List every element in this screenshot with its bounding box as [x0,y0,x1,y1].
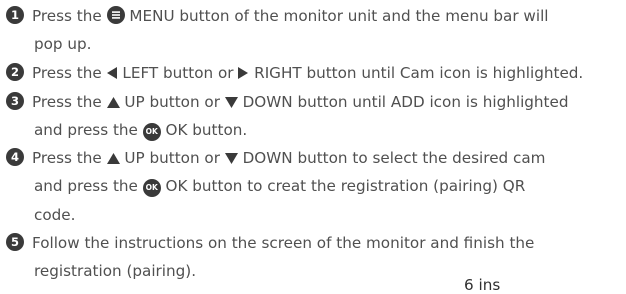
step-text: and press the [34,177,138,196]
step-number-badge: 2 [6,63,24,81]
step-text: registration (pairing). [34,262,197,280]
step-text: DOWN button to select the desired cam [242,149,546,167]
step-3-line-1: 3 Press the UP button or DOWN button unti… [6,88,569,116]
step-4-line-2: and press the OK OK button to creat the … [6,172,545,200]
step-1-line-1: 1 Press the MENU button of the monitor un… [6,2,549,30]
instruction-page: 1 Press the MENU button of the monitor un… [0,0,626,294]
step-2-line-1: 2 Press the LEFT button or RIGHT button u… [6,59,583,87]
step-number-badge: 1 [6,6,24,24]
ok-badge-icon: OK [142,123,161,142]
up-triangle-icon [106,97,120,108]
step-text: UP button or [124,93,220,111]
step-2: 2 Press the LEFT button or RIGHT button u… [6,59,583,87]
step-text: Press the [32,64,102,82]
step-4: 4 Press the UP button or DOWN button to s… [6,144,545,229]
down-triangle-icon [224,97,238,108]
left-triangle-icon [106,67,117,79]
up-triangle-icon [106,153,120,164]
menu-icon [106,6,125,24]
step-text: UP button or [124,149,220,167]
step-text: Press the [32,7,102,25]
step-3: 3 Press the UP button or DOWN button unti… [6,88,569,145]
step-4-line-1: 4 Press the UP button or DOWN button to s… [6,144,545,172]
page-footer-text: 6 ins [464,276,501,294]
step-text: MENU button of the monitor unit and the … [129,7,549,25]
step-1: 1 Press the MENU button of the monitor un… [6,2,549,59]
step-5: 5 Follow the instructions on the screen o… [6,229,534,257]
down-triangle-icon [224,153,238,164]
step-text: Press the [32,93,102,111]
step-text: OK button to creat the registration (pai… [165,177,526,196]
step-number-badge: 5 [6,233,24,251]
step-text: Press the [32,149,102,167]
step-text: code. [34,205,76,224]
step-text: OK button. [165,121,248,140]
step-number-badge: 4 [6,148,24,166]
step-text: and press the [34,121,138,140]
right-triangle-icon [238,67,249,79]
step-text: RIGHT button until Cam icon is highlight… [254,64,584,82]
step-text: Follow the instructions on the screen of… [32,234,535,252]
step-3-line-2: and press the OK OK button. [6,116,569,144]
ok-badge-icon: OK [142,179,161,198]
step-text: DOWN button until ADD icon is highlighte… [242,93,569,111]
step-text: pop up. [34,35,92,54]
step-text: LEFT button or [122,64,234,82]
step-5-line-1: 5 Follow the instructions on the screen o… [6,229,534,257]
step-5-continued: registration (pairing). [6,257,196,285]
step-number-badge: 3 [6,92,24,110]
